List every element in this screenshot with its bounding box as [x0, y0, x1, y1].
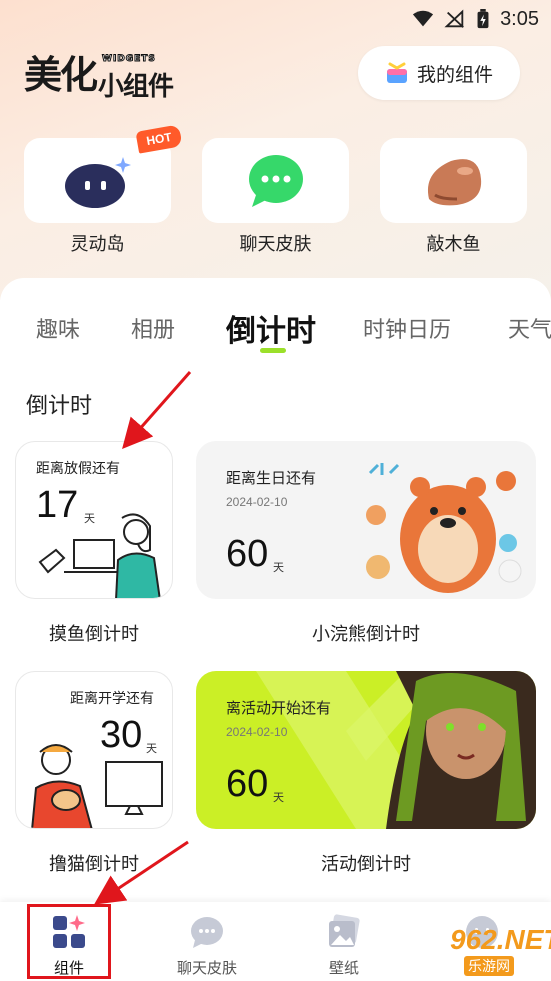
widget-label: 小浣熊倒计时: [312, 624, 420, 645]
widget-label: 摸鱼倒计时: [49, 624, 139, 645]
widget-label: 撸猫倒计时: [49, 854, 139, 875]
wallpaper-icon: [329, 914, 360, 947]
raccoon-illustration: [366, 463, 522, 593]
widget-date: 2024-02-10: [226, 495, 288, 509]
wooden-fish-icon: [427, 158, 481, 205]
no-signal-icon: [444, 9, 464, 28]
tab-clock-calendar[interactable]: 时钟日历: [363, 312, 451, 344]
widget-title: 距离开学还有: [70, 691, 154, 707]
quick-entry-label: 敲木鱼: [426, 234, 481, 255]
widget-date: 2024-02-10: [226, 725, 288, 739]
brand-main-text: 美化: [24, 53, 98, 97]
watermark-main: 962.NET: [450, 924, 551, 955]
nav-item-chat-skin[interactable]: 聊天皮肤: [162, 902, 252, 981]
nav-label: 壁纸: [328, 959, 359, 977]
brand-tag: WIDGETS: [102, 54, 156, 65]
chat-bubble-icon: [248, 154, 303, 207]
widget-number: 60: [226, 533, 269, 575]
brand-sub-text: 小组件: [98, 72, 174, 102]
quick-entry-label: 灵动岛: [70, 234, 125, 255]
status-bar: 3:05: [0, 0, 551, 38]
widget-box-icon: [386, 62, 407, 83]
tab-countdown[interactable]: 倒计时: [226, 306, 316, 350]
widget-title: 离活动开始还有: [226, 699, 332, 717]
nav-item-wallpaper[interactable]: 壁纸: [299, 902, 389, 981]
person-at-laptop-illustration: [38, 513, 161, 598]
widget-title: 距离放假还有: [36, 461, 120, 477]
widget-number: 60: [226, 763, 269, 805]
my-widgets-button[interactable]: 我的组件: [358, 46, 520, 100]
battery-charging-icon: [477, 9, 489, 29]
app-logo: 美化 WIDGETS 小组件: [24, 52, 194, 102]
dynamic-island-icon: [64, 156, 131, 208]
quick-entry-chat-skin[interactable]: [202, 138, 349, 223]
wifi-icon: [412, 10, 434, 27]
widget-unit: 天: [273, 561, 284, 574]
widget-card-slacking[interactable]: 距离放假还有 17 天: [15, 441, 173, 599]
widget-unit: 天: [273, 791, 284, 804]
quick-entry-wooden-fish[interactable]: [380, 138, 527, 223]
nav-label: 聊天皮肤: [176, 959, 237, 977]
watermark-sub: 乐游网: [464, 956, 514, 976]
section-title: 倒计时: [26, 394, 93, 419]
quick-entry-label: 聊天皮肤: [239, 234, 312, 255]
status-time: 3:05: [500, 7, 539, 30]
my-widgets-label: 我的组件: [416, 63, 493, 86]
widget-card-raccoon[interactable]: 距离生日还有 2024-02-10 60 天: [196, 441, 536, 599]
chat-skin-icon: [191, 917, 223, 948]
highlight-box: [27, 904, 111, 979]
widget-label: 活动倒计时: [321, 854, 411, 875]
widget-card-event[interactable]: 离活动开始还有 2024-02-10 60 天: [196, 671, 536, 829]
tab-fun[interactable]: 趣味: [36, 312, 80, 344]
watermark-logo: 962.NET 乐游网: [410, 924, 551, 978]
tab-album[interactable]: 相册: [131, 312, 175, 344]
tab-indicator: [260, 348, 286, 353]
widget-card-cat[interactable]: 距离开学还有 30 天: [15, 671, 173, 829]
widget-title: 距离生日还有: [226, 469, 317, 487]
tab-weather[interactable]: 天气: [508, 312, 551, 344]
person-with-cat-illustration: [31, 744, 163, 828]
